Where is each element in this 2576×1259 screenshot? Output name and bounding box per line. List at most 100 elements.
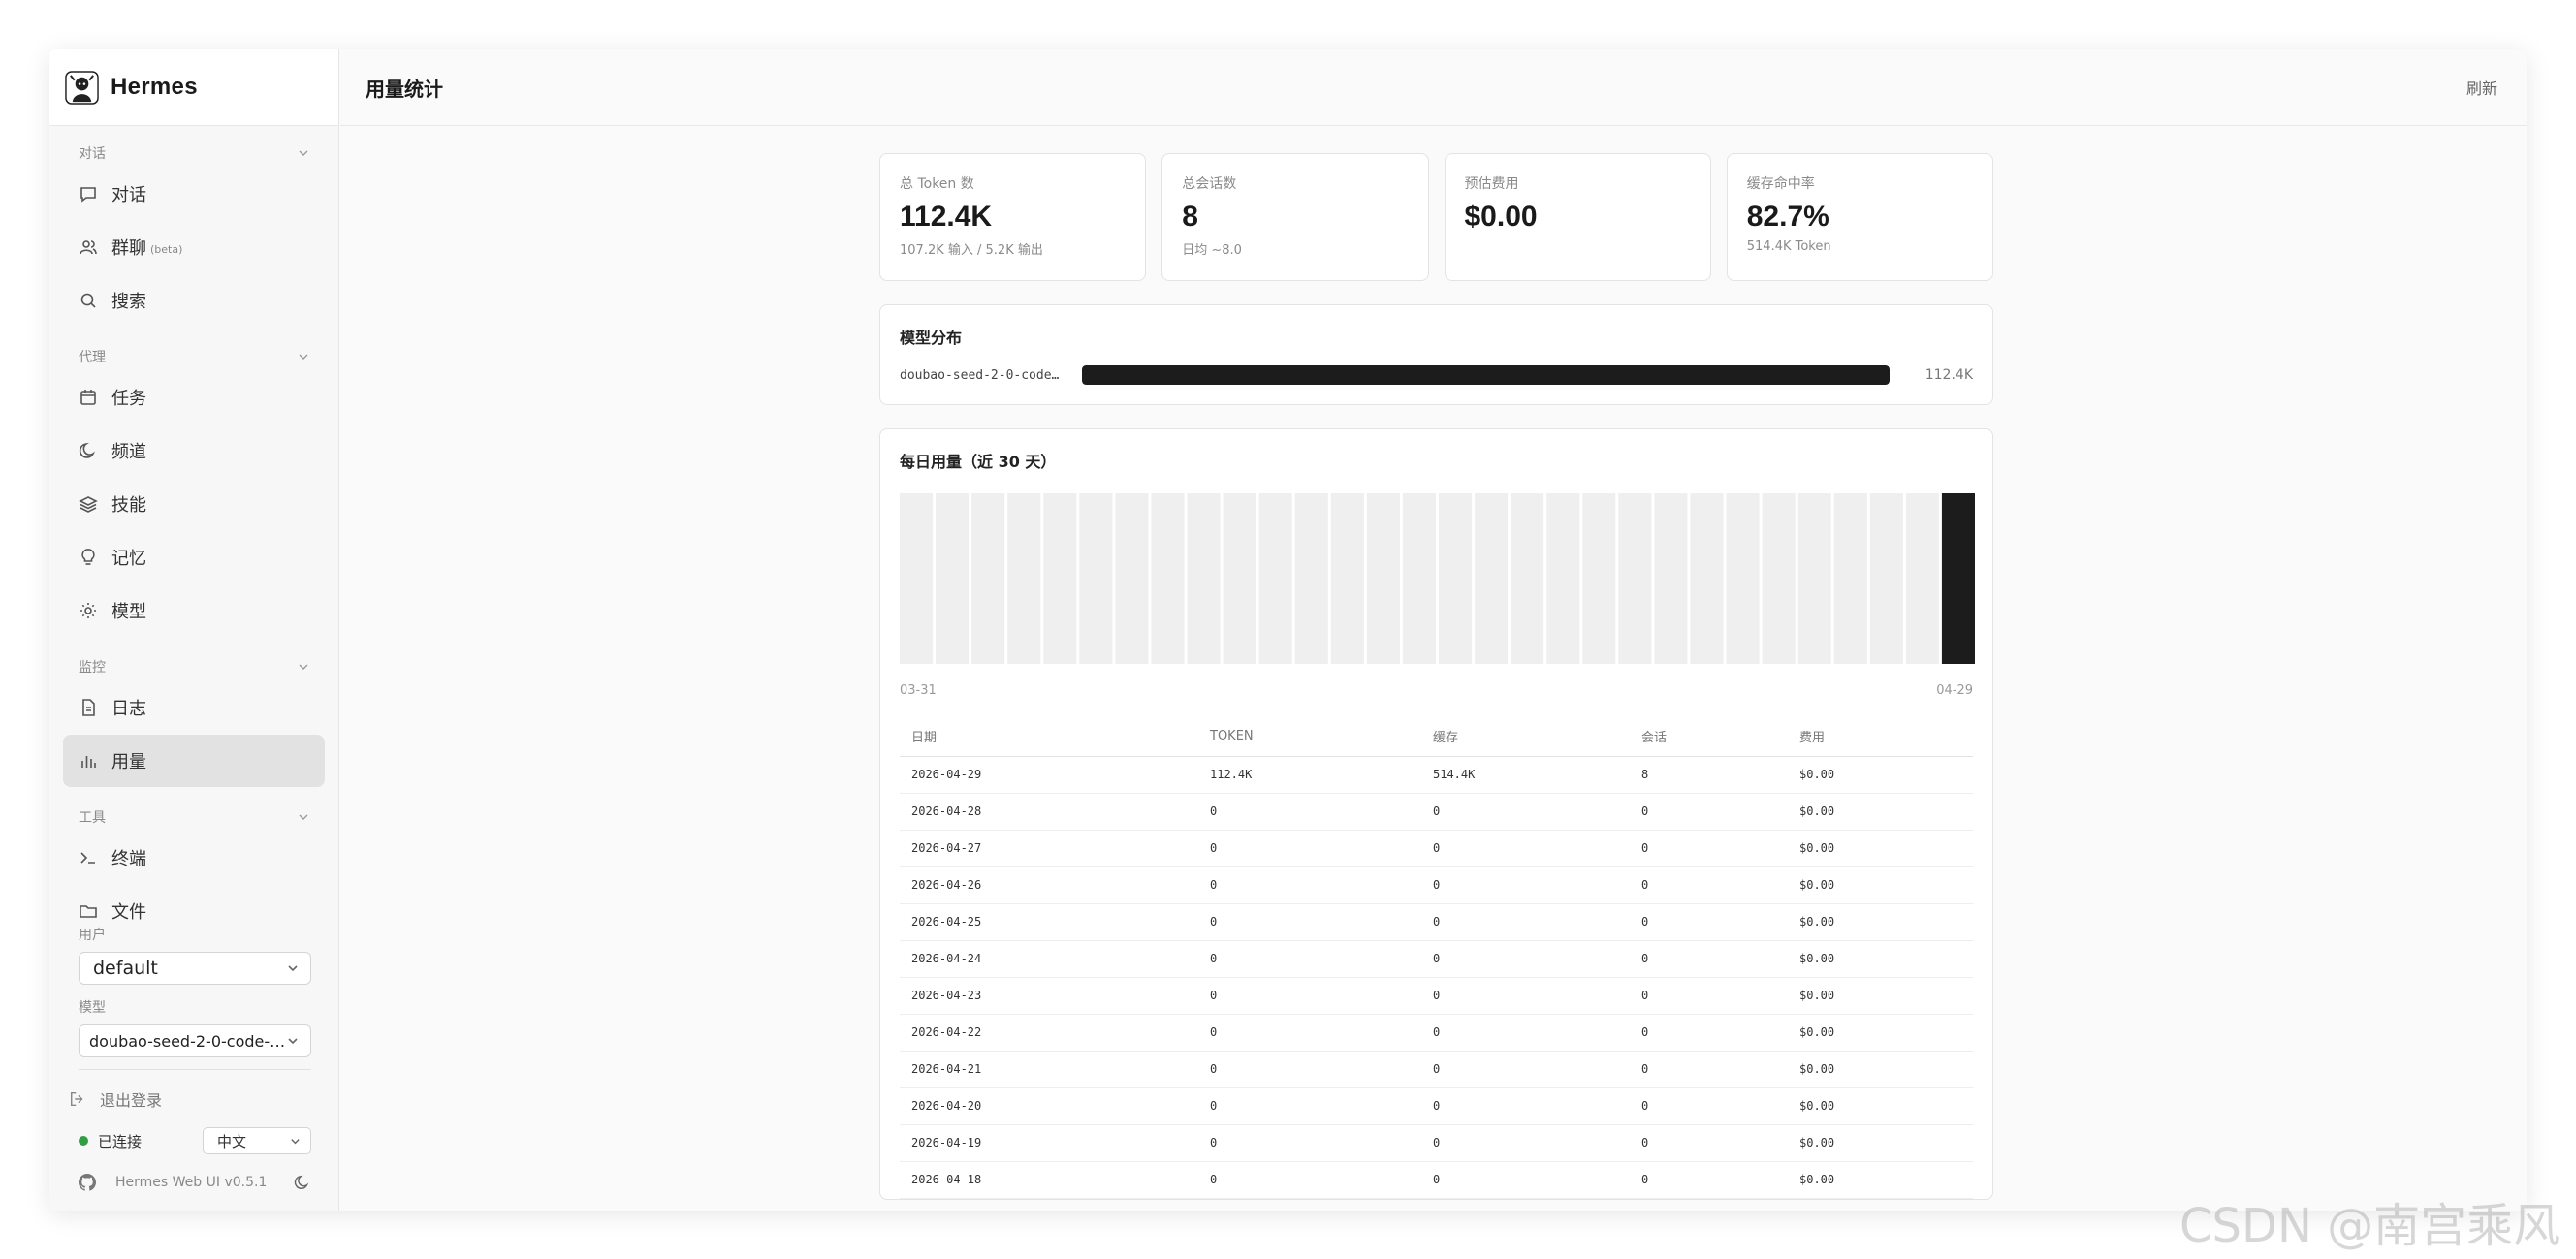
sidebar-item-label: 用量 bbox=[111, 752, 146, 772]
calendar-icon bbox=[80, 390, 96, 405]
chart-axis-labels: 03-31 04-29 bbox=[900, 683, 1973, 698]
connection-status: 已连接 bbox=[98, 1132, 143, 1150]
brand[interactable]: Hermes bbox=[49, 49, 338, 126]
bar-track bbox=[1330, 493, 1364, 664]
app-window: Hermes 对话 对话 群聊 (beta) 搜索 代理 任务 频道 技能 记忆… bbox=[49, 49, 2527, 1211]
sidebar-item-group-chat[interactable]: 群聊 (beta) bbox=[63, 221, 325, 273]
cell-sessions: 8 bbox=[1630, 756, 1788, 794]
sidebar-item-tasks[interactable]: 任务 bbox=[63, 371, 325, 424]
model-share-bar bbox=[1082, 365, 1890, 385]
logout-icon bbox=[70, 1091, 83, 1107]
sidebar-item-models[interactable]: 模型 bbox=[63, 584, 325, 637]
section-header-tools[interactable]: 工具 bbox=[79, 806, 309, 828]
sidebar-item-channels[interactable]: 频道 bbox=[63, 425, 325, 477]
section-header-chat[interactable]: 对话 bbox=[79, 142, 309, 164]
user-select-value: default bbox=[93, 958, 158, 979]
sidebar-item-usage[interactable]: 用量 bbox=[63, 735, 325, 787]
cell-cost: $0.00 bbox=[1788, 1014, 1973, 1052]
cell-sessions: 0 bbox=[1630, 1161, 1788, 1199]
bar-track bbox=[1618, 493, 1652, 664]
cell-cache: 0 bbox=[1421, 1051, 1630, 1088]
cell-date: 2026-04-27 bbox=[900, 830, 1198, 867]
cell-cache: 0 bbox=[1421, 1161, 1630, 1199]
model-share-fill bbox=[1082, 365, 1890, 385]
table-row: 2026-04-19 0 0 0 $0.00 bbox=[900, 1124, 1973, 1162]
cell-cache: 0 bbox=[1421, 1124, 1630, 1162]
cell-token: 0 bbox=[1198, 1051, 1421, 1088]
cell-date: 2026-04-20 bbox=[900, 1087, 1198, 1125]
card-value: 112.4K bbox=[900, 201, 993, 233]
bar-track bbox=[1869, 493, 1903, 664]
x-axis-start-label: 03-31 bbox=[900, 683, 937, 698]
column-header-cost: 费用 bbox=[1788, 727, 1973, 757]
cell-date: 2026-04-21 bbox=[900, 1051, 1198, 1088]
cell-token: 0 bbox=[1198, 977, 1421, 1015]
cell-cache: 0 bbox=[1421, 977, 1630, 1015]
bar-track bbox=[971, 493, 1005, 664]
logout-button[interactable]: 退出登录 bbox=[63, 1087, 162, 1111]
bar-04-29[interactable] bbox=[1941, 493, 1975, 664]
model-name: doubao-seed-2-0-code… bbox=[900, 367, 1060, 383]
bar-track bbox=[1582, 493, 1616, 664]
page-title: 用量统计 bbox=[366, 77, 443, 101]
sidebar-item-memory[interactable]: 记忆 bbox=[63, 531, 325, 583]
daily-usage-table: 日期 TOKEN 缓存 会话 费用 2026-04-29 112.4K 514.4K… bbox=[900, 727, 1973, 1199]
sidebar-item-label: 文件 bbox=[111, 902, 146, 923]
cell-cost: $0.00 bbox=[1788, 830, 1973, 867]
sidebar-item-label: 群聊 bbox=[111, 238, 146, 259]
chevron-down-icon bbox=[299, 354, 308, 360]
file-icon bbox=[82, 699, 95, 716]
sidebar-item-chat[interactable]: 对话 bbox=[63, 168, 325, 220]
table-row: 2026-04-23 0 0 0 $0.00 bbox=[900, 977, 1973, 1015]
cell-sessions: 0 bbox=[1630, 1051, 1788, 1088]
github-icon[interactable] bbox=[79, 1174, 96, 1191]
folder-icon bbox=[80, 905, 97, 918]
panel-title: 每日用量（近 30 天） bbox=[900, 453, 1057, 471]
cell-cost: $0.00 bbox=[1788, 793, 1973, 831]
bar-track bbox=[936, 493, 970, 664]
cell-token: 0 bbox=[1198, 830, 1421, 867]
column-header-token: TOKEN bbox=[1198, 727, 1421, 757]
table-header-row: 日期 TOKEN 缓存 会话 费用 bbox=[900, 727, 1973, 757]
section-header-agent[interactable]: 代理 bbox=[79, 346, 309, 367]
table-row: 2026-04-21 0 0 0 $0.00 bbox=[900, 1051, 1973, 1088]
chevron-down-icon bbox=[299, 664, 308, 670]
section-title: 对话 bbox=[79, 146, 106, 162]
sidebar-item-label: 对话 bbox=[111, 185, 146, 205]
bar-track bbox=[1690, 493, 1724, 664]
cell-sessions: 0 bbox=[1630, 1087, 1788, 1125]
sidebar-item-logs[interactable]: 日志 bbox=[63, 681, 325, 734]
user-select[interactable]: default bbox=[79, 952, 311, 985]
bar-track bbox=[1223, 493, 1256, 664]
cell-date: 2026-04-23 bbox=[900, 977, 1198, 1015]
sidebar-item-skills[interactable]: 技能 bbox=[63, 478, 325, 530]
status-dot bbox=[79, 1136, 88, 1146]
section-title: 监控 bbox=[79, 660, 106, 676]
sidebar-item-label: 频道 bbox=[111, 442, 146, 462]
table-row: 2026-04-20 0 0 0 $0.00 bbox=[900, 1087, 1973, 1125]
section-header-monitor[interactable]: 监控 bbox=[79, 656, 309, 677]
sidebar-item-search[interactable]: 搜索 bbox=[63, 274, 325, 327]
cell-sessions: 0 bbox=[1630, 903, 1788, 941]
cell-date: 2026-04-22 bbox=[900, 1014, 1198, 1052]
search-icon bbox=[80, 293, 96, 308]
x-axis-end-label: 04-29 bbox=[1936, 683, 1973, 698]
sidebar-item-terminal[interactable]: 终端 bbox=[63, 832, 325, 884]
cell-token: 0 bbox=[1198, 903, 1421, 941]
model-select[interactable]: doubao-seed-2-0-code-preview bbox=[79, 1024, 311, 1057]
card-label: 缓存命中率 bbox=[1746, 176, 1815, 192]
refresh-button[interactable]: 刷新 bbox=[2466, 76, 2497, 99]
cell-date: 2026-04-25 bbox=[900, 903, 1198, 941]
language-select[interactable]: 中文 bbox=[203, 1127, 311, 1154]
model-label: 模型 bbox=[79, 1000, 106, 1016]
main-content: 用量统计 刷新 总 Token 数 112.4K 107.2K 输入 / 5.2… bbox=[340, 49, 2527, 1211]
daily-usage-panel: 每日用量（近 30 天） 03-31 04-29 日期 TOKEN 缓存 会话 bbox=[879, 428, 1993, 1200]
user-label: 用户 bbox=[79, 928, 106, 943]
cell-date: 2026-04-18 bbox=[900, 1161, 1198, 1199]
cell-date: 2026-04-24 bbox=[900, 940, 1198, 978]
bar-track bbox=[1258, 493, 1292, 664]
cell-cost: $0.00 bbox=[1788, 1124, 1973, 1162]
sidebar-item-label: 搜索 bbox=[111, 292, 146, 312]
theme-toggle-icon[interactable] bbox=[294, 1174, 311, 1191]
cell-cost: $0.00 bbox=[1788, 940, 1973, 978]
